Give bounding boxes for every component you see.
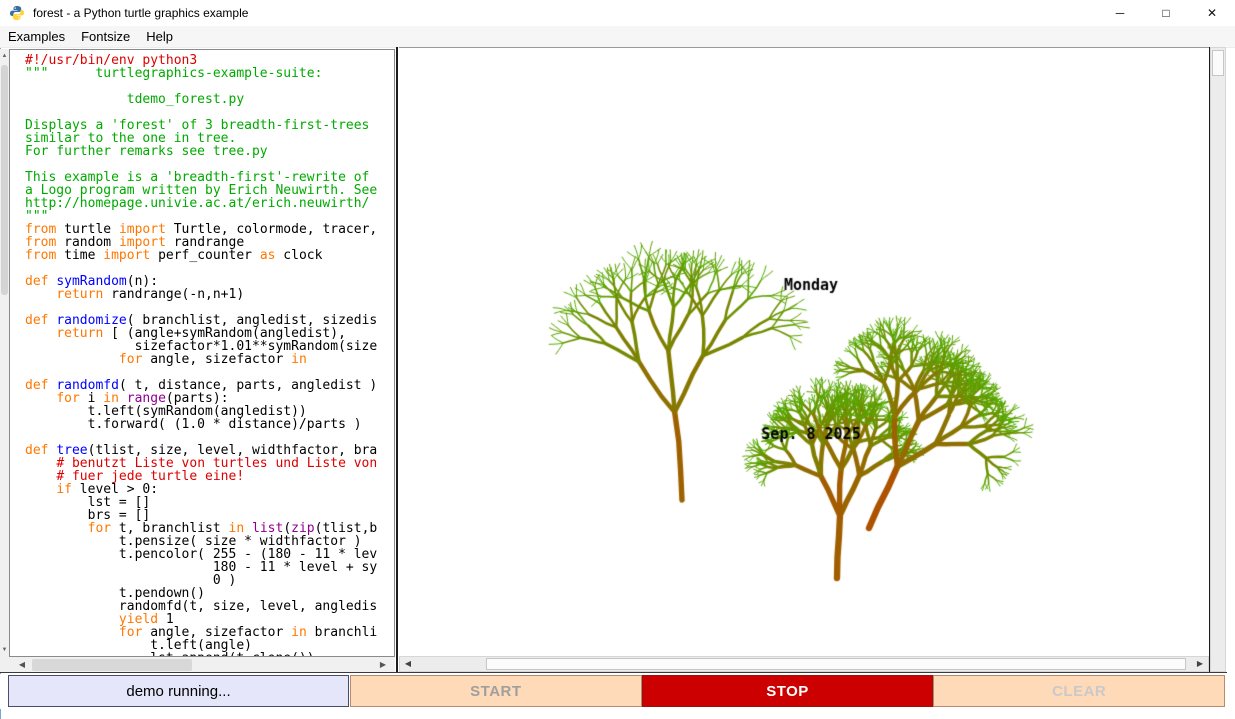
minimize-button[interactable]: ─ bbox=[1097, 0, 1143, 26]
code-line: tdemo_forest.py bbox=[25, 93, 394, 106]
code-hscroll-thumb[interactable] bbox=[32, 659, 192, 671]
code-horizontal-scrollbar[interactable]: ◀ ▶ bbox=[0, 657, 395, 673]
code-panel[interactable]: #!/usr/bin/env python3""" turtlegraphics… bbox=[9, 49, 395, 657]
code-line: for angle, sizefactor in bbox=[25, 353, 394, 366]
code-vertical-scrollbar[interactable]: ▲ ▼ bbox=[0, 49, 9, 657]
code-line: from time import perf_counter as clock bbox=[25, 249, 394, 262]
status-field: demo running... bbox=[8, 675, 349, 707]
code-text: #!/usr/bin/env python3""" turtlegraphics… bbox=[10, 50, 394, 657]
python-icon bbox=[9, 5, 25, 21]
code-line: """ turtlegraphics-example-suite: bbox=[25, 67, 394, 80]
code-vscroll-thumb[interactable] bbox=[1, 65, 8, 295]
canvas-vscroll-thumb[interactable] bbox=[1212, 50, 1224, 76]
title-bar: forest - a Python turtle graphics exampl… bbox=[0, 0, 1235, 26]
turtle-canvas[interactable] bbox=[399, 48, 1209, 656]
menu-item-help[interactable]: Help bbox=[138, 27, 181, 46]
canvas-horizontal-scrollbar[interactable]: ◀ ▶ bbox=[399, 656, 1209, 672]
canvas-hscroll-thumb[interactable] bbox=[486, 658, 1186, 670]
close-button[interactable]: ✕ bbox=[1189, 0, 1235, 26]
start-button[interactable]: START bbox=[350, 675, 642, 707]
window-title: forest - a Python turtle graphics exampl… bbox=[33, 6, 248, 20]
canvas-vertical-scrollbar[interactable] bbox=[1210, 47, 1226, 672]
scroll-right-icon[interactable]: ▶ bbox=[1193, 657, 1207, 671]
scroll-down-icon[interactable]: ▼ bbox=[0, 645, 9, 655]
scroll-left-icon[interactable]: ◀ bbox=[14, 657, 30, 673]
menu-item-fontsize[interactable]: Fontsize bbox=[73, 27, 138, 46]
clear-button[interactable]: CLEAR bbox=[933, 675, 1225, 707]
code-line: t.forward( (1.0 * distance)/parts ) bbox=[25, 418, 394, 431]
turtle-canvas-container bbox=[399, 47, 1209, 656]
window-controls: ─ □ ✕ bbox=[1097, 0, 1235, 26]
panel-divider bbox=[396, 47, 398, 673]
scroll-up-icon[interactable]: ▲ bbox=[0, 51, 9, 61]
frame-bottom-line bbox=[0, 672, 1227, 673]
control-buttons: STARTSTOPCLEAR bbox=[350, 675, 1225, 707]
menu-item-examples[interactable]: Examples bbox=[0, 27, 73, 46]
code-line: For further remarks see tree.py bbox=[25, 145, 394, 158]
scroll-right-icon[interactable]: ▶ bbox=[375, 657, 391, 673]
scroll-left-icon[interactable]: ◀ bbox=[401, 657, 415, 671]
maximize-button[interactable]: □ bbox=[1143, 0, 1189, 26]
stop-button[interactable]: STOP bbox=[642, 675, 934, 707]
code-line: http://homepage.univie.ac.at/erich.neuwi… bbox=[25, 197, 394, 210]
control-bar: demo running... STARTSTOPCLEAR bbox=[0, 674, 1235, 709]
code-line: return randrange(-n,n+1) bbox=[25, 288, 394, 301]
menu-bar: ExamplesFontsizeHelp bbox=[0, 26, 1235, 48]
